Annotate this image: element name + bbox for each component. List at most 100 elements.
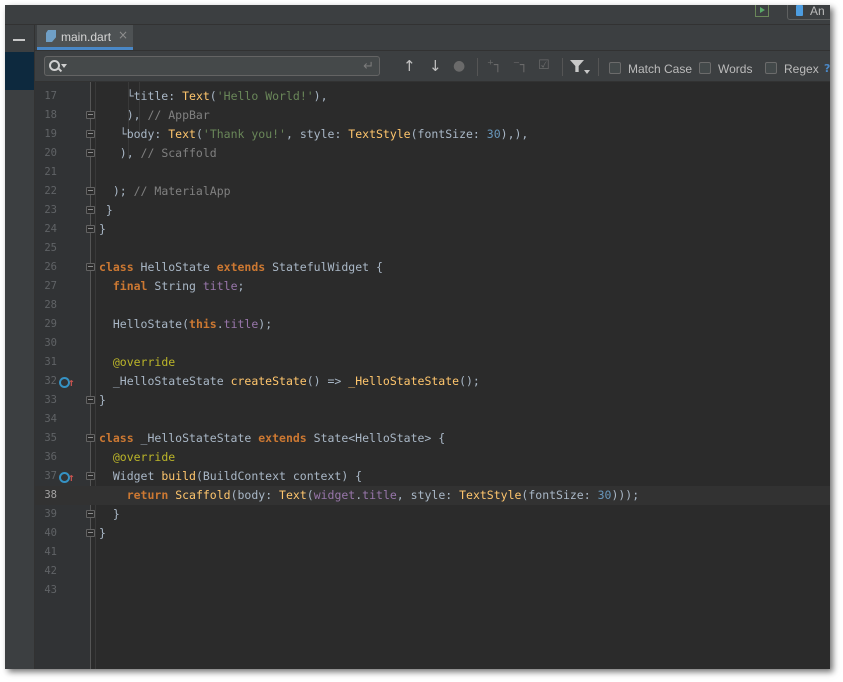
code-line[interactable]: 28 (35, 296, 830, 315)
line-number[interactable]: 39 (35, 505, 57, 524)
fold-marker-icon[interactable] (86, 225, 95, 233)
line-number[interactable]: 42 (35, 562, 57, 581)
match-case-label[interactable]: Match Case (628, 62, 692, 76)
code-line[interactable]: 26 class HelloState extends StatefulWidge… (35, 258, 830, 277)
override-marker-icon[interactable]: ↑ (59, 471, 75, 484)
code-line[interactable]: 30 (35, 334, 830, 353)
run-config-icon[interactable] (755, 5, 769, 17)
override-marker-icon[interactable]: ↑ (59, 376, 75, 389)
code-line[interactable]: 42 (35, 562, 830, 581)
line-number[interactable]: 33 (35, 391, 57, 410)
line-number[interactable]: 29 (35, 315, 57, 334)
line-number[interactable]: 41 (35, 543, 57, 562)
code-line[interactable]: 20 ), // Scaffold (35, 144, 830, 163)
select-all-occurrences-icon[interactable]: ☑ (538, 57, 550, 75)
enter-icon[interactable]: ↵ (363, 59, 374, 74)
regex-help-link[interactable]: ? (824, 62, 830, 75)
code-editor[interactable]: 17 └title: Text('Hello World!'), 18 ), //… (35, 82, 830, 669)
line-number[interactable]: 35 (35, 429, 57, 448)
find-all-icon[interactable]: ● (453, 57, 465, 75)
code-token: _HelloStateState (133, 431, 259, 445)
filter-caret-icon[interactable] (584, 70, 590, 74)
tab-main-dart[interactable]: main.dart × (37, 25, 133, 50)
phone-icon (796, 5, 803, 16)
line-number[interactable]: 21 (35, 163, 57, 182)
line-number[interactable]: 22 (35, 182, 57, 201)
fold-marker-icon[interactable] (86, 396, 95, 404)
code-line[interactable]: 43 (35, 581, 830, 600)
line-number[interactable]: 23 (35, 201, 57, 220)
code-line[interactable]: 37 ↑ Widget build(BuildContext context) { (35, 467, 830, 486)
code-line[interactable]: 18 ), // AppBar (35, 106, 830, 125)
search-input[interactable] (69, 58, 359, 74)
code-line[interactable]: 36 @override (35, 448, 830, 467)
arrow-up-icon[interactable]: ↑ (403, 57, 416, 75)
code-token: Text (279, 488, 307, 502)
remove-occurrence-icon[interactable]: ⁻┐ (513, 57, 528, 75)
line-number[interactable]: 31 (35, 353, 57, 372)
words-checkbox[interactable] (699, 62, 711, 74)
line-number[interactable]: 38 (35, 486, 57, 505)
line-number[interactable]: 25 (35, 239, 57, 258)
line-number[interactable]: 26 (35, 258, 57, 277)
line-number[interactable]: 40 (35, 524, 57, 543)
code-line[interactable]: 38 return Scaffold(body: Text(widget.tit… (35, 486, 830, 505)
fold-marker-icon[interactable] (86, 149, 95, 157)
code-text: class _HelloStateState extends State<Hel… (99, 429, 445, 448)
fold-marker-icon[interactable] (86, 206, 95, 214)
search-history-caret-icon[interactable] (61, 64, 67, 68)
code-line[interactable]: 17 └title: Text('Hello World!'), (35, 87, 830, 106)
code-line[interactable]: 31 @override (35, 353, 830, 372)
fold-marker-icon[interactable] (86, 130, 95, 138)
line-number[interactable]: 37 (35, 467, 57, 486)
line-number[interactable]: 18 (35, 106, 57, 125)
filter-icon[interactable] (570, 60, 584, 72)
code-line[interactable]: 39 } (35, 505, 830, 524)
code-line[interactable]: 21 (35, 163, 830, 182)
line-number[interactable]: 17 (35, 87, 57, 106)
code-line[interactable]: 34 (35, 410, 830, 429)
code-line[interactable]: 29 HelloState(this.title); (35, 315, 830, 334)
device-selector[interactable]: An (787, 5, 830, 20)
add-occurrence-icon[interactable]: ⁺┐ (487, 57, 502, 75)
code-line[interactable]: 33} (35, 391, 830, 410)
code-line[interactable]: 35 class _HelloStateState extends State<H… (35, 429, 830, 448)
code-line[interactable]: 23 } (35, 201, 830, 220)
search-icon[interactable] (49, 60, 60, 71)
code-line[interactable]: 41 (35, 543, 830, 562)
line-number[interactable]: 27 (35, 277, 57, 296)
fold-marker-icon[interactable] (86, 434, 95, 442)
line-number[interactable]: 43 (35, 581, 57, 600)
code-line[interactable]: 24} (35, 220, 830, 239)
minimize-icon[interactable] (13, 39, 25, 41)
line-number[interactable]: 20 (35, 144, 57, 163)
code-line[interactable]: 40} (35, 524, 830, 543)
regex-label[interactable]: Regex (784, 62, 819, 76)
regex-checkbox[interactable] (765, 62, 777, 74)
match-case-checkbox[interactable] (609, 62, 621, 74)
code-token: extends (258, 431, 307, 445)
arrow-down-icon[interactable]: ↓ (429, 57, 442, 75)
fold-marker-icon[interactable] (86, 187, 95, 195)
line-number[interactable]: 24 (35, 220, 57, 239)
fold-marker-icon[interactable] (86, 472, 95, 480)
fold-marker-icon[interactable] (86, 111, 95, 119)
fold-marker-icon[interactable] (86, 263, 95, 271)
line-number[interactable]: 34 (35, 410, 57, 429)
code-line[interactable]: 19 └body: Text('Thank you!', style: Text… (35, 125, 830, 144)
code-token: return (126, 488, 169, 502)
line-number[interactable]: 30 (35, 334, 57, 353)
code-line[interactable]: 32 ↑ _HelloStateState createState() => _H… (35, 372, 830, 391)
code-line[interactable]: 22 ); // MaterialApp (35, 182, 830, 201)
close-icon[interactable]: × (118, 28, 128, 42)
code-line[interactable]: 27 final String title; (35, 277, 830, 296)
code-line[interactable]: 25 (35, 239, 830, 258)
code-token: _HelloStateState (99, 374, 231, 388)
line-number[interactable]: 36 (35, 448, 57, 467)
line-number[interactable]: 19 (35, 125, 57, 144)
line-number[interactable]: 32 (35, 372, 57, 391)
fold-marker-icon[interactable] (86, 510, 95, 518)
line-number[interactable]: 28 (35, 296, 57, 315)
fold-marker-icon[interactable] (86, 529, 95, 537)
words-label[interactable]: Words (718, 62, 752, 76)
